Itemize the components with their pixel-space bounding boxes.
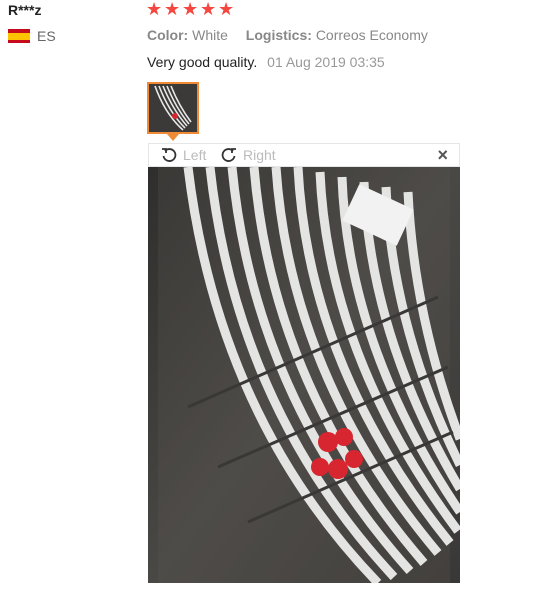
rotate-right-icon bbox=[221, 148, 236, 162]
rotate-right-button[interactable]: Right bbox=[220, 146, 276, 164]
reviewer-name: R***z bbox=[8, 2, 42, 18]
star-icon: ★ bbox=[164, 0, 181, 19]
review-photo-thumbnail[interactable] bbox=[147, 82, 199, 134]
logistics-value: Correos Economy bbox=[315, 27, 428, 43]
spain-flag-icon bbox=[8, 29, 30, 43]
logistics-label: Logistics: bbox=[245, 27, 312, 43]
image-viewer-toolbar: Left Right × bbox=[148, 143, 460, 167]
feedback: Very good quality. 01 Aug 2019 03:35 bbox=[147, 54, 385, 70]
rotate-left-button[interactable]: Left bbox=[160, 146, 206, 164]
feedback-date: 01 Aug 2019 03:35 bbox=[267, 54, 385, 70]
color-value: White bbox=[192, 27, 228, 43]
star-rating: ★ ★ ★ ★ ★ bbox=[146, 0, 235, 19]
thumbnail-pointer bbox=[167, 134, 179, 141]
rotate-left-label: Left bbox=[183, 147, 207, 163]
rotate-left-icon bbox=[162, 148, 177, 162]
reviewer-country: ES bbox=[8, 28, 56, 44]
star-icon: ★ bbox=[182, 0, 199, 19]
close-viewer-button[interactable]: × bbox=[437, 145, 448, 165]
feedback-text: Very good quality. bbox=[147, 54, 258, 70]
country-code: ES bbox=[37, 28, 56, 44]
rotate-right-label: Right bbox=[243, 147, 276, 163]
order-info: Color: White Logistics: Correos Economy bbox=[147, 27, 428, 43]
star-icon: ★ bbox=[218, 0, 235, 19]
review-photo-large bbox=[148, 167, 460, 583]
star-icon: ★ bbox=[146, 0, 163, 19]
star-icon: ★ bbox=[200, 0, 217, 19]
color-label: Color: bbox=[147, 27, 189, 43]
